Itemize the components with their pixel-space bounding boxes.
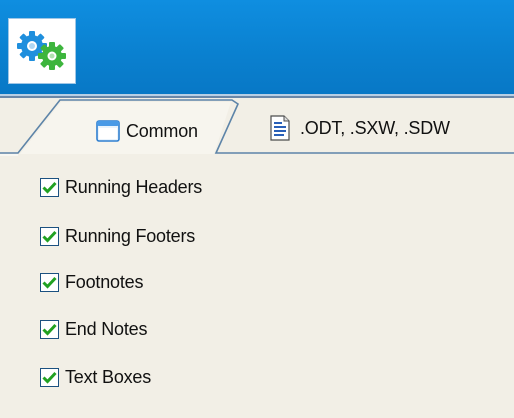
text-boxes-label: Text Boxes [65, 366, 152, 387]
end-notes-checkbox[interactable] [40, 319, 59, 339]
document-icon [270, 115, 290, 141]
checkmark-icon [42, 276, 57, 289]
checkmark-icon [42, 230, 57, 243]
window-icon [96, 120, 120, 142]
footnotes-label: Footnotes [65, 271, 144, 292]
checkmark-icon [42, 181, 57, 194]
tab-common[interactable]: Common [96, 118, 198, 144]
option-running-headers[interactable]: Running Headers [40, 175, 202, 199]
tab-odt-sxw-sdw[interactable]: .ODT, .SXW, .SDW [270, 113, 450, 143]
option-running-footers[interactable]: Running Footers [40, 224, 195, 248]
app-icon [8, 18, 76, 84]
running-headers-label: Running Headers [65, 176, 203, 197]
footnotes-checkbox[interactable] [40, 272, 59, 292]
app-header [0, 0, 514, 94]
checkmark-icon [42, 323, 57, 336]
checkmark-icon [42, 371, 57, 384]
running-footers-label: Running Footers [65, 225, 196, 246]
tab-common-label: Common [126, 120, 198, 141]
text-boxes-checkbox[interactable] [40, 367, 59, 387]
option-end-notes[interactable]: End Notes [40, 317, 147, 341]
gears-icon [17, 31, 66, 70]
tab-odt-label: .ODT, .SXW, .SDW [300, 117, 450, 138]
running-footers-checkbox[interactable] [40, 226, 59, 246]
option-footnotes[interactable]: Footnotes [40, 270, 143, 294]
running-headers-checkbox[interactable] [40, 177, 59, 197]
end-notes-label: End Notes [65, 318, 148, 339]
option-text-boxes[interactable]: Text Boxes [40, 365, 151, 389]
